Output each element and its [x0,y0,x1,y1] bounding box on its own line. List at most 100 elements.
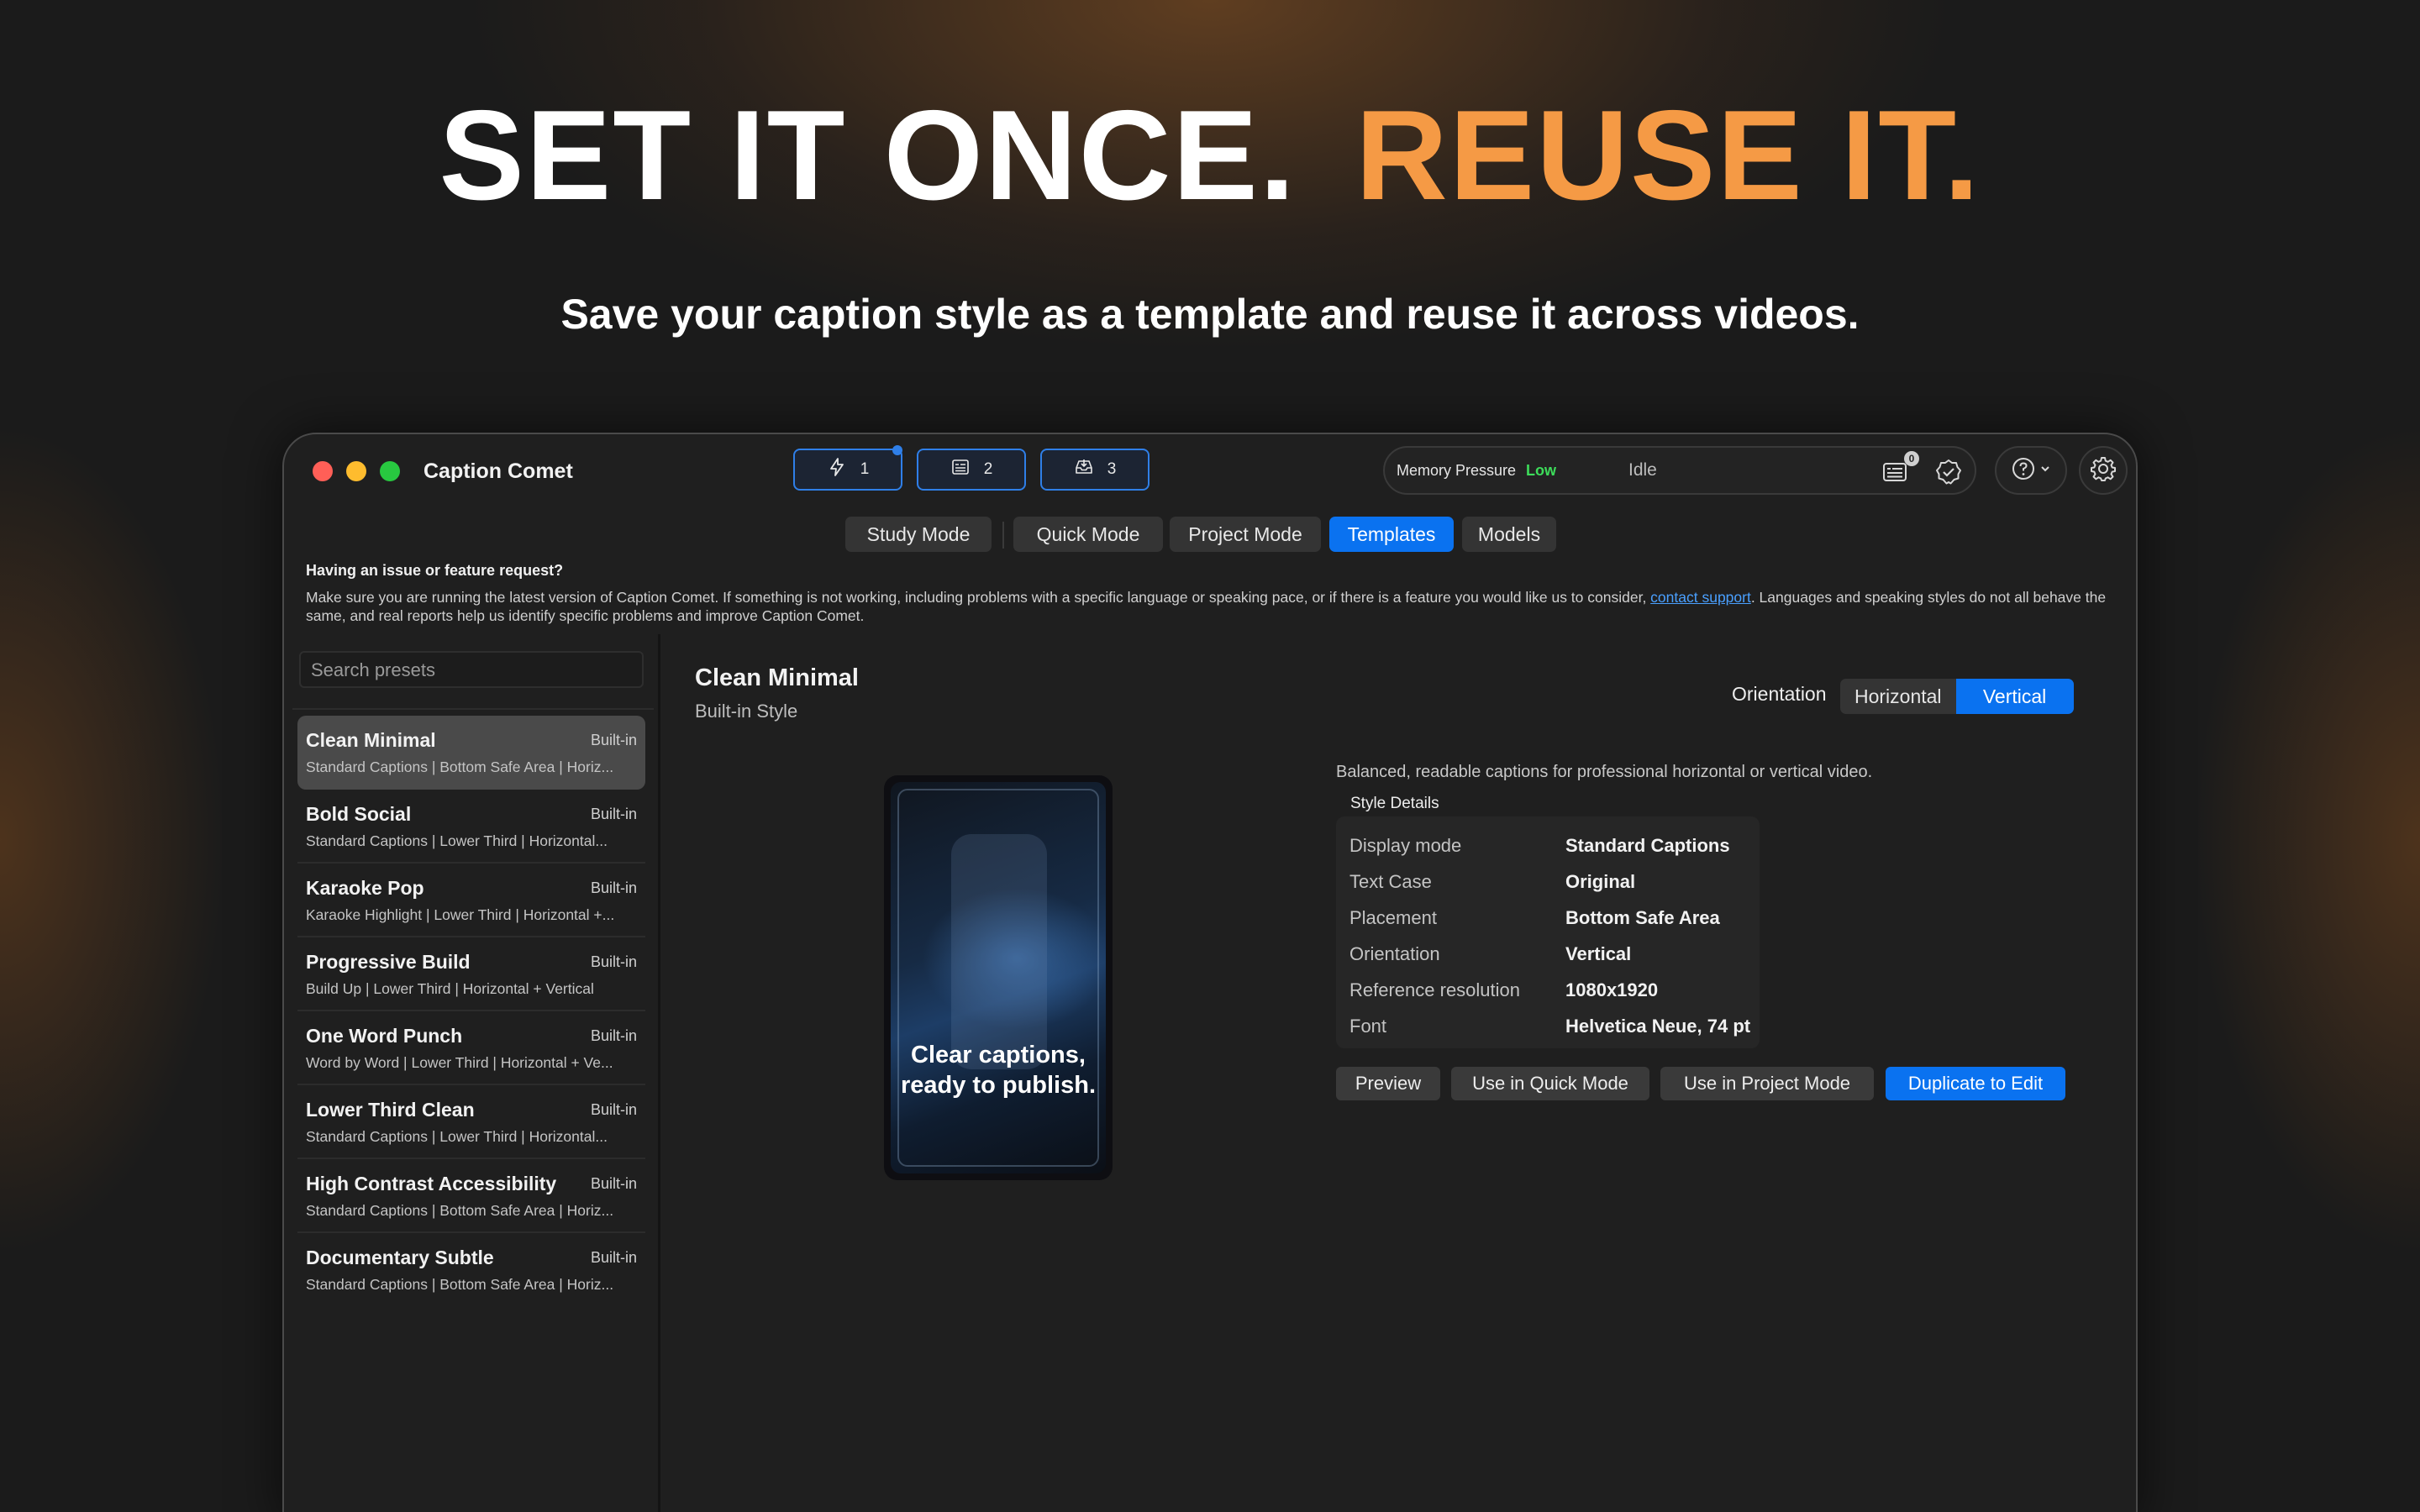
memory-pressure-label: Memory Pressure [1397,462,1517,479]
template-detail: Clean Minimal Built-in Style Orientation… [663,634,2136,1512]
preset-tag: Built-in [590,1101,637,1118]
status-bar: Memory Pressure Low Idle 0 [1383,446,1976,495]
list-item[interactable]: Lower Third Clean Built-in Standard Capt… [297,1085,645,1159]
preset-name: Lower Third Clean [306,1099,475,1121]
detail-key: Placement [1349,907,1437,928]
tray-icon [1074,457,1094,482]
page-subtitle: Built-in Style [695,701,798,722]
search-input[interactable]: Search presets [299,651,644,688]
queue-count: 3 [1107,460,1117,478]
list-item[interactable]: One Word Punch Built-in Word by Word | L… [297,1011,645,1085]
preset-name: Documentary Subtle [306,1247,494,1268]
detail-row: Font Helvetica Neue, 74 pt [1343,1009,1753,1045]
caption-preview: Clear captions, ready to publish. [884,775,1113,1180]
preset-meta: Karaoke Highlight | Lower Third | Horizo… [306,906,615,923]
title-bar: Caption Comet 1 2 3 Memory Pressure Low … [284,434,2136,510]
verified-icon[interactable] [1934,458,1963,486]
queue-count: 1 [860,460,870,478]
presets-sidebar: Search presets Clean Minimal Built-in St… [284,634,660,1512]
preset-name: Karaoke Pop [306,877,424,899]
activity-dot [892,445,902,455]
page-title: Clean Minimal [695,664,859,691]
detail-key: Orientation [1349,943,1440,964]
use-in-quick-mode-button[interactable]: Use in Quick Mode [1451,1067,1649,1100]
notice-text-before: Make sure you are running the latest ver… [306,589,1651,606]
gear-icon [2090,455,2117,486]
status-state: Idle [1628,460,1657,480]
queue-button-list[interactable]: 2 [917,449,1026,491]
preset-tag: Built-in [590,953,637,970]
preview-button[interactable]: Preview [1336,1067,1440,1100]
detail-row: Orientation Vertical [1343,937,1753,973]
tab-quick-mode[interactable]: Quick Mode [1013,517,1163,552]
detail-row: Text Case Original [1343,864,1753,900]
tab-separator [1002,522,1004,549]
preset-tag: Built-in [590,806,637,822]
preset-name: Clean Minimal [306,729,436,751]
list-item[interactable]: Documentary Subtle Built-in Standard Cap… [297,1233,645,1307]
preset-list: Clean Minimal Built-in Standard Captions… [297,716,645,1307]
style-details-table: Display mode Standard Captions Text Case… [1336,816,1760,1048]
bolt-icon [827,457,847,482]
mode-tabs: Study Mode Quick Mode Project Mode Templ… [284,517,2136,554]
hero-title-white: SET IT ONCE. [439,84,1297,227]
contact-support-link[interactable]: contact support [1650,589,1751,606]
template-description: Balanced, readable captions for professi… [1336,763,1873,781]
queue-button-quick[interactable]: 1 [793,445,902,491]
preset-meta: Standard Captions | Bottom Safe Area | H… [306,1276,614,1293]
preset-tag: Built-in [590,1249,637,1266]
settings-button[interactable] [2079,446,2128,495]
use-in-project-mode-button[interactable]: Use in Project Mode [1660,1067,1874,1100]
detail-value: Vertical [1565,943,1632,964]
preset-tag: Built-in [590,732,637,748]
preset-meta: Word by Word | Lower Third | Horizontal … [306,1054,613,1071]
notice-title: Having an issue or feature request? [306,562,564,579]
app-window: Caption Comet 1 2 3 Memory Pressure Low … [282,433,2138,1512]
help-icon [2011,456,2036,486]
list-item[interactable]: Karaoke Pop Built-in Karaoke Highlight |… [297,864,645,937]
detail-value: Helvetica Neue, 74 pt [1565,1016,1751,1037]
hero-subtitle: Save your caption style as a template an… [560,291,1860,338]
preset-tag: Built-in [590,1175,637,1192]
tab-study-mode[interactable]: Study Mode [845,517,992,552]
tab-models[interactable]: Models [1462,517,1556,552]
divider [292,708,654,710]
queue-button-export[interactable]: 3 [1040,449,1150,491]
detail-value: 1080x1920 [1565,979,1659,1000]
detail-value: Original [1565,871,1636,892]
preset-name: Bold Social [306,803,412,825]
orientation-toggle: Horizontal Vertical [1840,679,2074,714]
list-item[interactable]: High Contrast Accessibility Built-in Sta… [297,1159,645,1233]
orientation-horizontal[interactable]: Horizontal [1840,679,1956,714]
preset-meta: Standard Captions | Bottom Safe Area | H… [306,759,614,775]
hero-title-orange: REUSE IT. [1355,84,1981,227]
preview-caption: Clear captions, ready to publish. [900,1042,1097,1099]
memory-pressure-value: Low [1526,462,1556,479]
help-menu-button[interactable] [1995,446,2067,495]
detail-row: Reference resolution 1080x1920 [1343,973,1753,1009]
subject-placeholder [951,834,1047,1069]
log-badge: 0 [1904,451,1919,466]
app-title: Caption Comet [424,459,573,483]
zoom-window-button[interactable] [380,461,400,481]
tab-project-mode[interactable]: Project Mode [1170,517,1321,552]
duplicate-to-edit-button[interactable]: Duplicate to Edit [1886,1067,2065,1100]
detail-key: Font [1349,1016,1387,1037]
preset-name: High Contrast Accessibility [306,1173,557,1194]
hero-title: SET IT ONCE. REUSE IT. [0,88,2420,223]
orientation-vertical[interactable]: Vertical [1955,679,2074,714]
list-item[interactable]: Bold Social Built-in Standard Captions |… [297,790,645,864]
minimize-window-button[interactable] [346,461,366,481]
list-item[interactable]: Clean Minimal Built-in Standard Captions… [297,716,645,790]
close-window-button[interactable] [313,461,333,481]
feedback-notice: Having an issue or feature request? Make… [306,562,2121,625]
list-icon [950,457,971,482]
tab-templates[interactable]: Templates [1329,517,1454,552]
orientation-label: Orientation [1732,683,1827,705]
detail-row: Display mode Standard Captions [1343,828,1753,864]
preset-meta: Standard Captions | Lower Third | Horizo… [306,832,608,849]
preset-tag: Built-in [590,1027,637,1044]
preset-meta: Build Up | Lower Third | Horizontal + Ve… [306,980,594,997]
preset-tag: Built-in [590,879,637,896]
list-item[interactable]: Progressive Build Built-in Build Up | Lo… [297,937,645,1011]
